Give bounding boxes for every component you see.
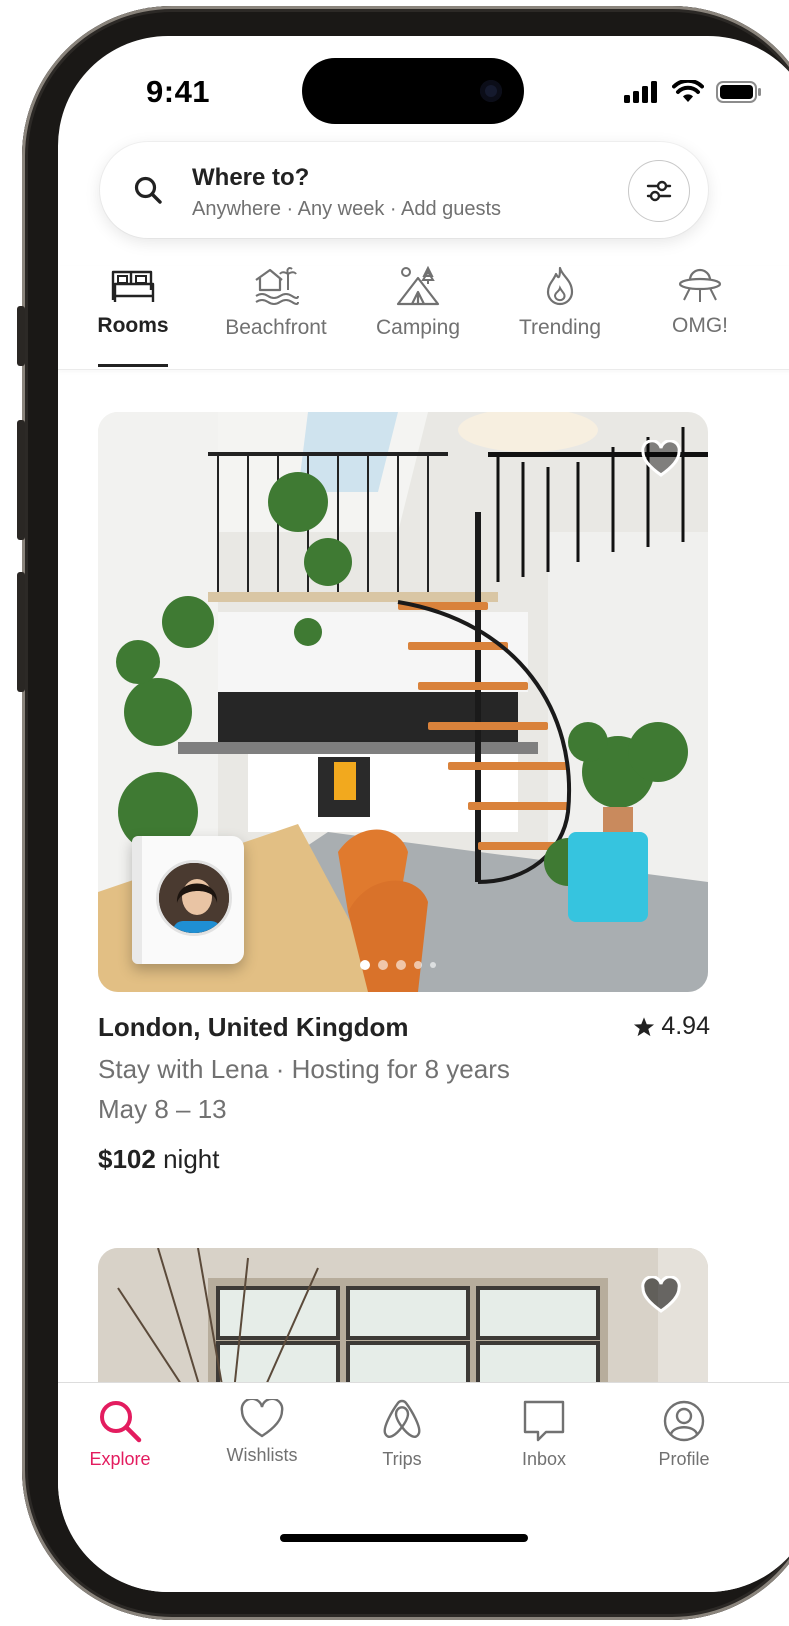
listing-title[interactable]: London, United Kingdom [98,1012,409,1043]
app-screen: 9:41 Where to? Anywhere · Any week · Add… [58,36,789,1592]
search-icon [134,176,162,204]
bed-icon [111,270,155,302]
tab-wishlists[interactable]: Wishlists [202,1399,322,1466]
category-omg[interactable]: OMG! [630,266,770,338]
search-title: Where to? [192,164,310,191]
battery-icon [716,81,761,103]
listing-photo[interactable] [98,412,708,992]
category-camping[interactable]: Camping [348,266,488,340]
host-photo [159,863,229,933]
rating-value: 4.94 [661,1012,710,1040]
tab-inbox[interactable]: Inbox [484,1399,604,1470]
tab-profile[interactable]: Profile [624,1399,744,1470]
wifi-icon [672,80,704,102]
category-trending[interactable]: Trending [490,266,630,340]
wishlist-heart-icon[interactable] [640,1276,682,1314]
search-icon [100,1401,142,1443]
tab-label: Trips [382,1449,422,1469]
host-avatar [156,860,232,936]
pagination-dot [414,961,422,969]
signal-icon [624,81,657,103]
tab-label: Profile [658,1449,710,1469]
category-label: Beachfront [225,316,327,339]
tab-label: Explore [89,1449,151,1469]
profile-icon [663,1400,705,1442]
category-beachfront[interactable]: Beachfront [206,266,346,340]
host-badge[interactable] [132,836,244,964]
filter-icon [646,180,672,202]
message-icon [523,1400,565,1442]
heart-icon [240,1399,284,1438]
listing-rating: 4.94 [633,1012,710,1041]
front-camera [480,80,502,102]
tab-explore[interactable]: Explore [60,1399,180,1470]
filter-button[interactable] [628,160,690,222]
category-label: Camping [375,316,461,339]
beach-house-icon [255,267,299,305]
listing-host-info: Stay with Lena · Hosting for 8 years [98,1054,510,1084]
listing-price: $102 night [98,1144,219,1175]
status-time: 9:41 [146,74,211,109]
star-icon [634,1016,655,1036]
pagination-dot [396,960,406,970]
airbnb-logo-icon [383,1399,421,1438]
volume-down-button [17,572,25,692]
photo-pagination [360,960,436,970]
wishlist-heart-icon[interactable] [640,440,682,478]
tent-icon [396,266,440,306]
category-bar: Rooms Beachfront Camping Trending OMG! [58,266,789,370]
dynamic-island [302,58,524,124]
category-label: Rooms [97,314,169,337]
listing-dates: May 8 – 13 [98,1094,227,1124]
tab-label: Inbox [521,1449,567,1469]
active-category-indicator [98,364,168,367]
price-value: $102 [98,1144,156,1174]
pagination-dot [360,960,370,970]
search-bar[interactable]: Where to? Anywhere · Any week · Add gues… [100,142,708,238]
home-indicator[interactable] [280,1534,528,1542]
mute-switch [17,306,25,366]
price-unit: night [163,1144,220,1174]
tab-label: Wishlists [226,1445,298,1465]
category-label: OMG! [672,314,728,337]
pagination-dot [430,962,436,968]
volume-up-button [17,420,25,540]
flame-icon [546,266,574,306]
ufo-icon [678,268,722,302]
category-rooms[interactable]: Rooms [63,266,203,338]
pagination-dot [378,960,388,970]
search-subtitle: Anywhere · Any week · Add guests [192,198,502,220]
category-label: Trending [518,316,602,339]
status-icons [624,80,762,104]
bottom-tab-bar: Explore Wishlists Trips Inbox Profile [58,1382,789,1592]
tab-trips[interactable]: Trips [342,1399,462,1470]
